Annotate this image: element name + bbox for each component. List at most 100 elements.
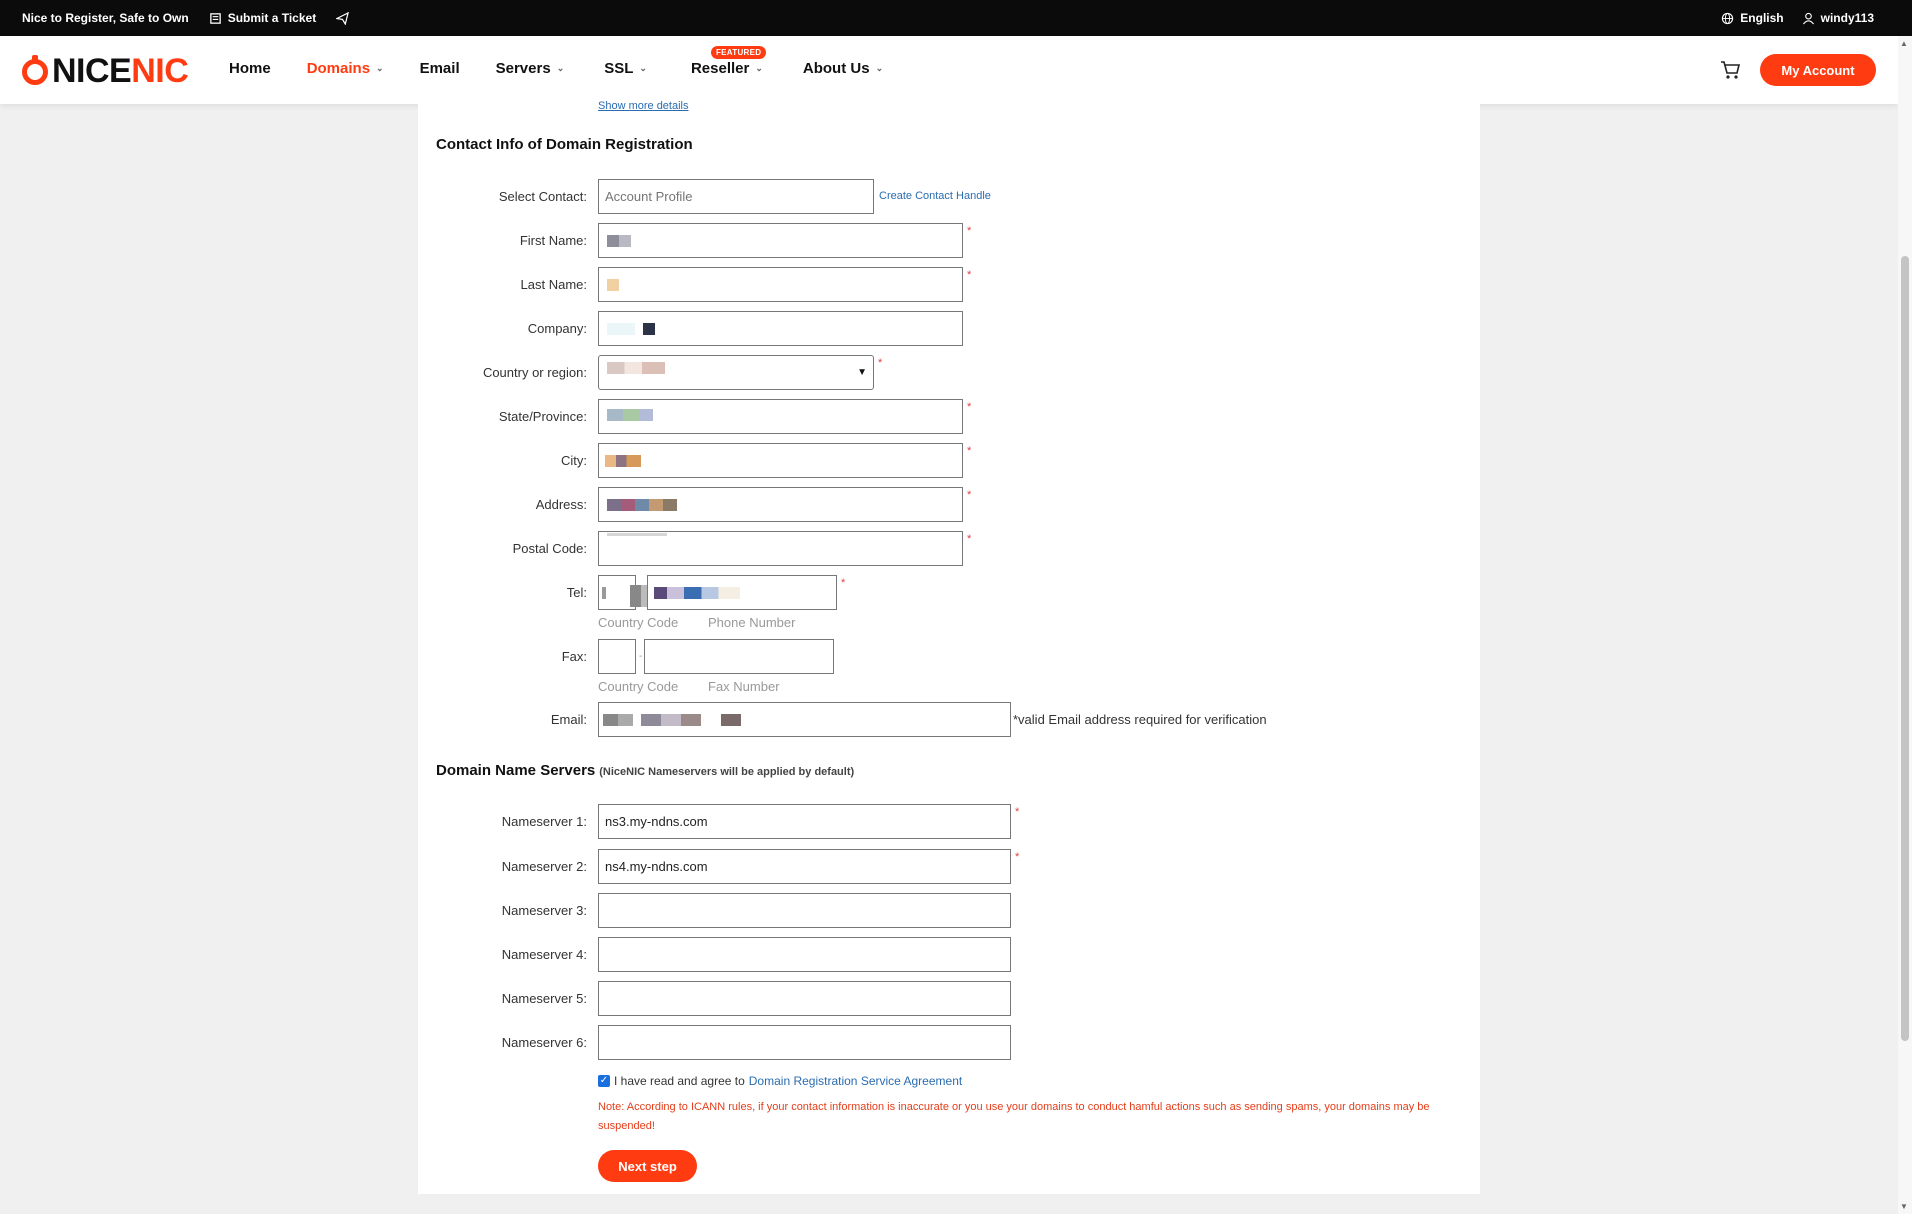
username: windy113: [1820, 11, 1874, 25]
select-contact-input[interactable]: [598, 179, 874, 214]
city-row: City: *: [418, 443, 1480, 479]
nicenic-logo[interactable]: NICE NIC: [22, 52, 189, 91]
chevron-down-icon: ⌄: [875, 63, 884, 73]
chevron-down-icon: ▼: [857, 367, 867, 378]
language-label: English: [1740, 11, 1784, 25]
nameserver-row-1: Nameserver 1: *: [418, 804, 1480, 840]
service-agreement-link[interactable]: Domain Registration Service Agreement: [749, 1074, 962, 1088]
cart-icon[interactable]: [1720, 60, 1742, 80]
address-input[interactable]: [598, 487, 963, 522]
my-account-button[interactable]: My Account: [1760, 54, 1876, 86]
country-row: Country or region: ▼ *: [418, 355, 1480, 391]
logo-text-nic: NIC: [131, 52, 189, 90]
required-asterisk: *: [841, 577, 846, 589]
fax-row: Fax: - Country Code Fax Number: [418, 639, 1480, 694]
company-input[interactable]: [598, 311, 963, 346]
chevron-down-icon: ⌄: [639, 63, 647, 73]
create-contact-handle-link[interactable]: Create Contact Handle: [879, 190, 991, 202]
redacted-value: [607, 362, 665, 374]
state-input[interactable]: [598, 399, 963, 434]
nav-servers[interactable]: Servers ⌄: [496, 60, 565, 77]
redacted-value: [605, 455, 641, 467]
scroll-up-icon[interactable]: ▲: [1900, 39, 1908, 48]
nameserver-6-input[interactable]: [598, 1025, 1011, 1060]
nav-home-label: Home: [229, 60, 271, 77]
city-input[interactable]: [598, 443, 963, 478]
registration-form-panel: Show more details Contact Info of Domain…: [418, 100, 1480, 1194]
last-name-row: Last Name: *: [418, 267, 1480, 303]
globe-icon: [1722, 12, 1734, 24]
select-contact-row: Select Contact: Create Contact Handle: [418, 179, 1480, 215]
fax-separator: -: [639, 651, 643, 662]
fax-country-code-input[interactable]: [598, 639, 636, 674]
featured-badge: FEATURED: [710, 46, 767, 59]
submit-ticket-label: Submit a Ticket: [227, 11, 317, 25]
telegram-icon[interactable]: [336, 11, 350, 25]
contact-section-title: Contact Info of Domain Registration: [436, 136, 693, 153]
nameserver-row-4: Nameserver 4:: [418, 937, 1480, 973]
fax-number-input[interactable]: [644, 639, 834, 674]
nameserver-4-input[interactable]: [598, 937, 1011, 972]
first-name-row: First Name: *: [418, 223, 1480, 259]
chevron-down-icon: ⌄: [376, 63, 384, 73]
chevron-down-icon: ⌄: [556, 63, 565, 73]
nav-home[interactable]: Home: [229, 60, 271, 77]
page-scrollbar[interactable]: ▲ ▼: [1898, 36, 1912, 1214]
user-icon: [1802, 12, 1814, 24]
redacted-value: [607, 279, 619, 291]
postal-code-input[interactable]: [598, 531, 963, 566]
show-more-details-link[interactable]: Show more details: [598, 100, 689, 112]
next-step-button[interactable]: Next step: [598, 1150, 697, 1182]
redacted-value: [607, 235, 631, 247]
nav-domains[interactable]: Domains ⌄: [307, 60, 384, 77]
submit-ticket-link[interactable]: Submit a Ticket: [209, 11, 316, 25]
select-contact-label: Select Contact:: [498, 189, 587, 204]
required-asterisk: *: [1015, 851, 1020, 863]
nav-email[interactable]: Email: [420, 60, 460, 77]
nameserver-5-label: Nameserver 5:: [501, 991, 587, 1006]
required-asterisk: *: [967, 269, 972, 281]
fax-label: Fax:: [561, 649, 587, 664]
nameserver-3-input[interactable]: [598, 893, 1011, 928]
main-nav: NICE NIC Home Domains ⌄ Email Servers ⌄ SS…: [0, 36, 1898, 104]
nameserver-row-5: Nameserver 5:: [418, 981, 1480, 1017]
required-asterisk: *: [967, 225, 972, 237]
user-menu[interactable]: windy113: [1802, 11, 1874, 25]
first-name-input[interactable]: [598, 223, 963, 258]
fax-country-code-caption: Country Code: [598, 679, 679, 694]
required-asterisk: *: [878, 357, 883, 369]
nav-reseller[interactable]: FEATURED Reseller ⌄: [690, 46, 767, 77]
nav-reseller-label: Reseller: [690, 60, 750, 77]
nameserver-6-label: Nameserver 6:: [501, 1035, 587, 1050]
nav-about[interactable]: About Us ⌄: [803, 60, 883, 77]
nav-ssl[interactable]: SSL ⌄: [604, 60, 647, 77]
fax-number-caption: Fax Number: [708, 679, 780, 694]
state-row: State/Province: *: [418, 399, 1480, 435]
nameserver-2-input[interactable]: [598, 849, 1011, 884]
tagline: Nice to Register, Safe to Own: [22, 11, 189, 25]
last-name-input[interactable]: [598, 267, 963, 302]
logo-mark-icon: [22, 54, 48, 85]
redacted-value: [607, 323, 647, 335]
redacted-value: [641, 714, 741, 726]
email-hint: *valid Email address required for verifi…: [1013, 712, 1267, 727]
nav-domains-label: Domains: [306, 60, 371, 77]
scroll-down-icon[interactable]: ▼: [1900, 1202, 1908, 1211]
email-input[interactable]: [598, 702, 1011, 737]
top-bar: Nice to Register, Safe to Own Submit a T…: [0, 0, 1912, 36]
nameserver-5-input[interactable]: [598, 981, 1011, 1016]
redacted-value: [607, 409, 653, 421]
icann-note: Note: According to ICANN rules, if your …: [598, 1101, 1430, 1132]
scroll-thumb[interactable]: [1901, 256, 1909, 1041]
address-row: Address: *: [418, 487, 1480, 523]
agreement-checkbox[interactable]: ✓: [598, 1075, 610, 1087]
tel-phone-input[interactable]: [647, 575, 837, 610]
state-label: State/Province:: [498, 409, 587, 424]
country-select[interactable]: ▼: [598, 355, 874, 390]
company-row: Company:: [418, 311, 1480, 347]
agreement-row: ✓ I have read and agree to Domain Regist…: [598, 1074, 962, 1088]
language-selector[interactable]: English: [1721, 11, 1784, 25]
dns-title-text: Domain Name Servers: [436, 762, 596, 779]
nameserver-1-input[interactable]: [598, 804, 1011, 839]
nameserver-1-label: Nameserver 1:: [501, 814, 587, 829]
